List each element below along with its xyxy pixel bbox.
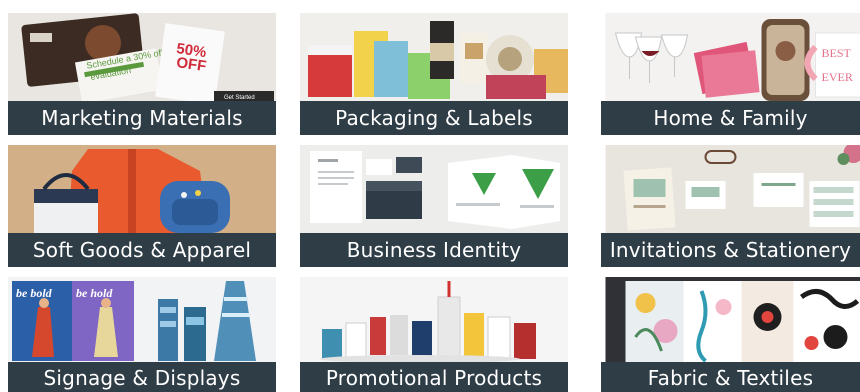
- svg-text:be bold: be bold: [16, 286, 53, 300]
- tile-fabric-textiles[interactable]: Fabric & Textiles: [601, 277, 860, 392]
- tile-label: Marketing Materials: [8, 101, 276, 135]
- tile-label: Invitations & Stationery: [601, 233, 860, 267]
- tile-label: Promotional Products: [300, 362, 568, 392]
- packaging-labels-image: [300, 13, 568, 101]
- tile-home-family[interactable]: BEST EVER Home & Family: [601, 13, 860, 135]
- tile-signage-displays[interactable]: be bold be hold Signage & Displays: [8, 277, 276, 392]
- soft-goods-apparel-image: [8, 145, 276, 233]
- fabric-textiles-image: [605, 277, 860, 365]
- marketing-materials-image: Schedule a 30% off evaluation 50% OFF Ge…: [8, 13, 276, 101]
- tile-label: Fabric & Textiles: [601, 362, 860, 392]
- svg-text:be hold: be hold: [76, 286, 113, 300]
- tile-business-identity[interactable]: Business Identity: [300, 145, 568, 267]
- tile-label: Soft Goods & Apparel: [8, 233, 276, 267]
- svg-text:BEST: BEST: [822, 46, 852, 60]
- tile-marketing-materials[interactable]: Schedule a 30% off evaluation 50% OFF Ge…: [8, 13, 276, 135]
- promotional-products-image: [300, 277, 568, 365]
- tile-promotional-products[interactable]: Promotional Products: [300, 277, 568, 392]
- signage-displays-image: be bold be hold: [8, 277, 276, 365]
- tile-label: Home & Family: [601, 101, 860, 135]
- tile-label: Signage & Displays: [8, 362, 276, 392]
- svg-text:EVER: EVER: [822, 70, 853, 84]
- business-identity-image: [300, 145, 568, 233]
- home-family-image: BEST EVER: [605, 13, 860, 101]
- tile-invitations-stationery[interactable]: Invitations & Stationery: [601, 145, 860, 267]
- category-grid: Schedule a 30% off evaluation 50% OFF Ge…: [0, 0, 860, 392]
- tile-soft-goods-apparel[interactable]: Soft Goods & Apparel: [8, 145, 276, 267]
- tile-packaging-labels[interactable]: Packaging & Labels: [300, 13, 568, 135]
- invitations-stationery-image: [605, 145, 860, 233]
- tile-label: Business Identity: [300, 233, 568, 267]
- tile-label: Packaging & Labels: [300, 101, 568, 135]
